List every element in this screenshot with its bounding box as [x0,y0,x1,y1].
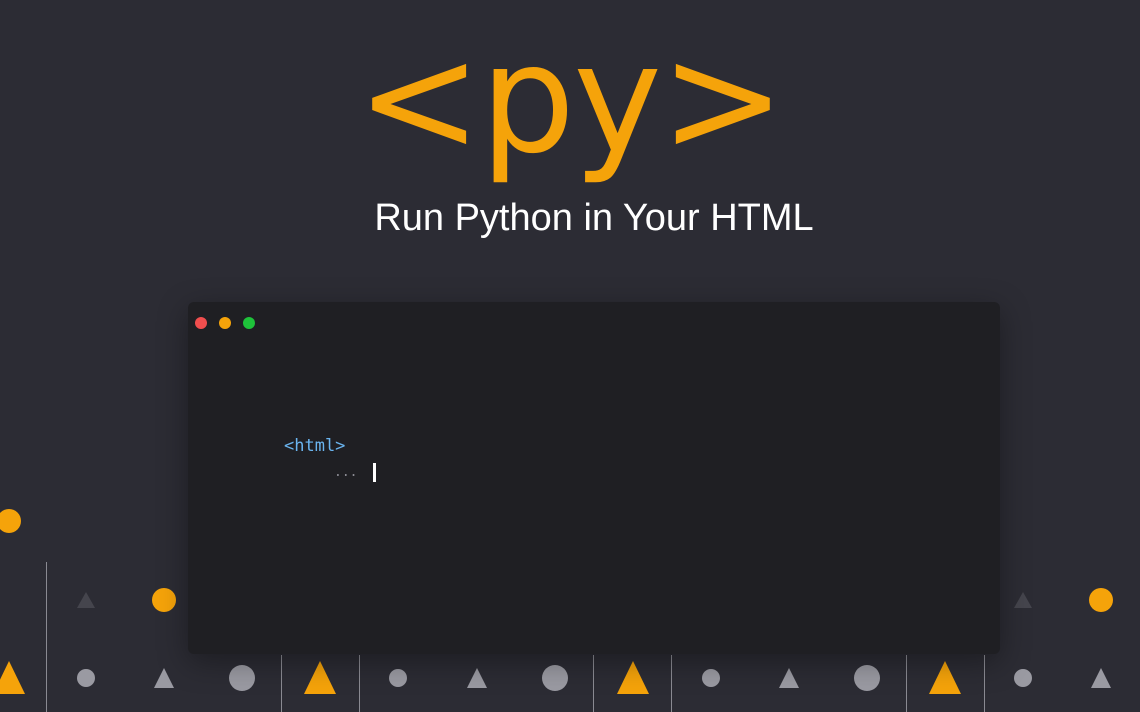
close-dot-icon[interactable] [195,317,207,329]
orange-triangle [929,661,961,694]
hero-tagline: Run Python in Your HTML [374,197,814,239]
code-html-tag: <html> [284,436,346,456]
dim-triangle [77,592,95,608]
gray-circle [702,669,720,687]
orange-triangle [0,661,25,694]
gray-circle [229,665,255,691]
gray-triangle [467,668,487,688]
gray-circle [542,665,568,691]
orange-triangle [304,661,336,694]
gray-circle [77,669,95,687]
code-ellipsis: ... [334,465,358,480]
maximize-dot-icon[interactable] [243,317,255,329]
gray-circle [854,665,880,691]
orange-triangle [617,661,649,694]
orange-circle [1089,588,1113,612]
code-terminal-window: <html> ... [188,302,1000,654]
text-cursor [373,463,376,482]
pyscript-logo: <py> [356,13,785,187]
hero-stage: <py> Run Python in Your HTML <html> ... [0,0,1140,712]
orange-circle [0,509,21,533]
dim-triangle [1014,592,1032,608]
orange-circle [152,588,176,612]
minimize-dot-icon[interactable] [219,317,231,329]
gray-triangle [1091,668,1111,688]
gray-circle [1014,669,1032,687]
gray-circle [389,669,407,687]
gray-triangle [154,668,174,688]
gray-triangle [779,668,799,688]
